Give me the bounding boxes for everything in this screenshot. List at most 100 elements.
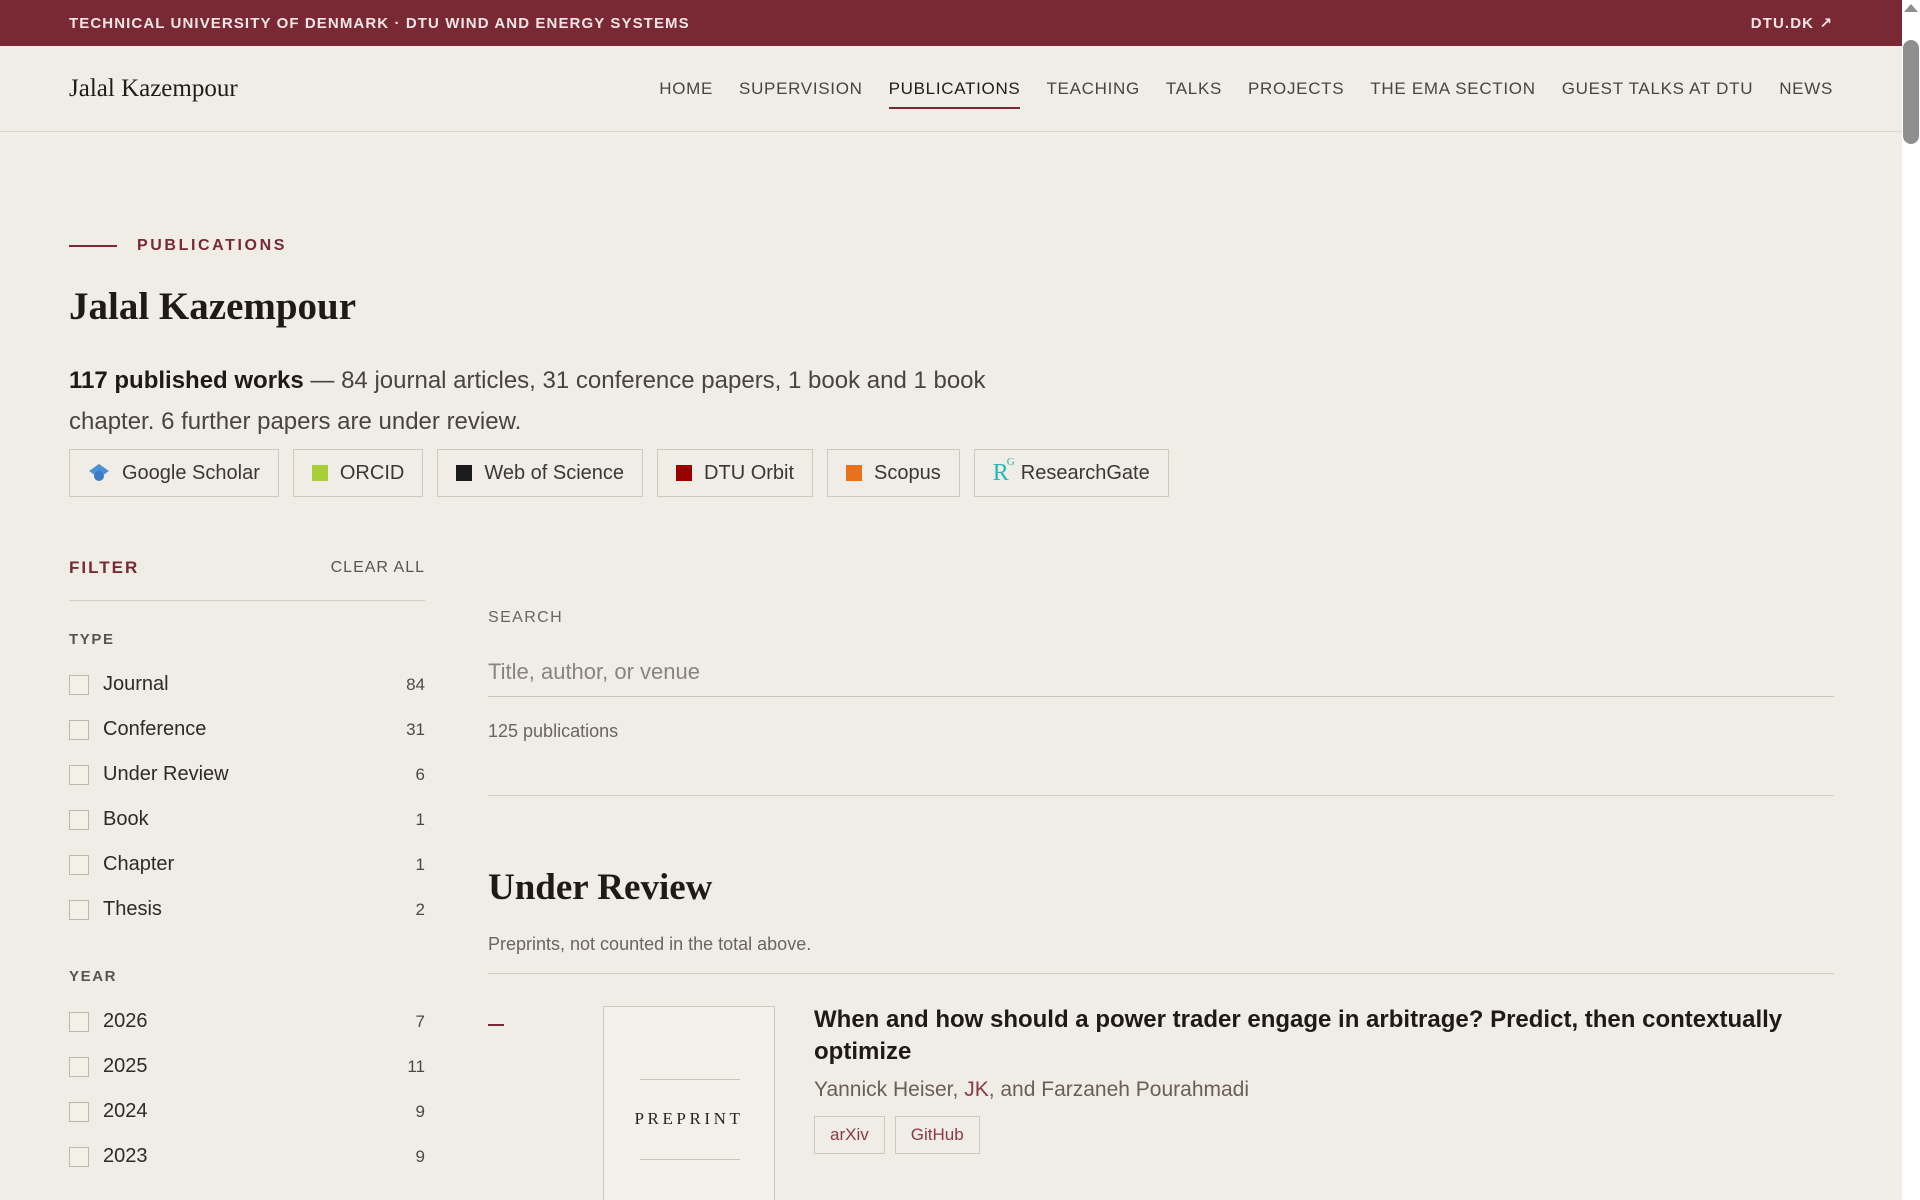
arxiv-link[interactable]: arXiv [814, 1116, 885, 1154]
option-label: Under Review [103, 763, 229, 785]
dtu-orbit-label: DTU Orbit [704, 461, 795, 484]
checkbox[interactable] [69, 1101, 89, 1122]
authors-before: Yannick Heiser, [814, 1078, 965, 1101]
google-scholar-link[interactable]: Google Scholar [69, 449, 279, 497]
option-label: 2025 [103, 1055, 148, 1077]
scopus-label: Scopus [874, 461, 941, 484]
option-label: 2026 [103, 1010, 148, 1032]
option-label: 2024 [103, 1100, 148, 1122]
filter-option-2025[interactable]: 2025 11 [69, 1044, 425, 1089]
filter-panel: FILTER CLEAR ALL TYPE Journal 84 Confere… [69, 558, 425, 1179]
option-count: 1 [415, 809, 425, 829]
nav-menu: HOME SUPERVISION PUBLICATIONS TEACHING T… [659, 71, 1833, 109]
orcid-square-icon [311, 465, 328, 481]
checkbox[interactable] [69, 764, 89, 785]
checkbox[interactable] [69, 674, 89, 695]
top-banner: TECHNICAL UNIVERSITY OF DENMARK · DTU WI… [0, 0, 1902, 46]
option-label: Book [103, 808, 149, 830]
publication-summary: 117 published works — 84 journal article… [69, 360, 1019, 442]
option-count: 84 [406, 674, 425, 694]
author-highlight: JK [964, 1078, 989, 1101]
clear-all-button[interactable]: CLEAR ALL [331, 559, 425, 577]
nav-teaching[interactable]: TEACHING [1046, 71, 1139, 107]
filter-option-journal[interactable]: Journal 84 [69, 662, 425, 707]
dtu-external-link[interactable]: DTU.DK ↗ [1751, 14, 1833, 32]
filter-header: FILTER CLEAR ALL [69, 558, 425, 601]
dtu-orbit-link[interactable]: DTU Orbit [657, 449, 814, 497]
publication-authors: Yannick Heiser, JK, and Farzaneh Pourahm… [814, 1078, 1249, 1102]
filter-option-chapter[interactable]: Chapter 1 [69, 842, 425, 887]
filter-option-2026[interactable]: 2026 7 [69, 999, 425, 1044]
researchgate-label: ResearchGate [1020, 461, 1150, 484]
checkbox[interactable] [69, 809, 89, 830]
thumbnail-label: PREPRINT [634, 1109, 744, 1128]
filter-label: FILTER [69, 558, 140, 577]
option-label: Thesis [103, 898, 162, 920]
scopus-link[interactable]: Scopus [827, 449, 960, 497]
summary-bold: 117 published works [69, 367, 304, 394]
researchgate-link[interactable]: RG ResearchGate [973, 449, 1169, 497]
option-count: 11 [407, 1056, 425, 1076]
filter-option-thesis[interactable]: Thesis 2 [69, 887, 425, 932]
eyebrow-label: PUBLICATIONS [137, 237, 288, 254]
nav-supervision[interactable]: SUPERVISION [739, 71, 863, 107]
filter-option-under-review[interactable]: Under Review 6 [69, 752, 425, 797]
publication-marker [488, 1024, 504, 1026]
filter-option-book[interactable]: Book 1 [69, 797, 425, 842]
institution-label: TECHNICAL UNIVERSITY OF DENMARK · DTU WI… [69, 14, 690, 32]
nav-talks[interactable]: TALKS [1166, 71, 1222, 107]
graduation-cap-icon [89, 464, 109, 481]
checkbox[interactable] [69, 719, 89, 740]
filter-option-2024[interactable]: 2024 9 [69, 1089, 425, 1134]
option-count: 9 [415, 1101, 425, 1121]
github-link[interactable]: GitHub [894, 1116, 980, 1154]
checkbox[interactable] [69, 1056, 89, 1077]
section-title: Under Review [488, 867, 713, 908]
site-brand[interactable]: Jalal Kazempour [69, 75, 238, 103]
option-label: Journal [103, 673, 169, 695]
eyebrow-rule [69, 245, 117, 247]
checkbox[interactable] [69, 1146, 89, 1167]
search-input[interactable] [488, 647, 1834, 697]
option-count: 7 [415, 1011, 425, 1031]
authors-after: , and Farzaneh Pourahmadi [988, 1078, 1250, 1101]
scroll-up-arrow-icon[interactable] [1904, 4, 1918, 12]
option-label: Chapter [103, 853, 175, 875]
filter-option-conference[interactable]: Conference 31 [69, 707, 425, 752]
checkbox[interactable] [69, 854, 89, 875]
checkbox[interactable] [69, 1011, 89, 1032]
nav-guest-talks[interactable]: GUEST TALKS AT DTU [1562, 71, 1753, 107]
nav-publications[interactable]: PUBLICATIONS [888, 71, 1021, 109]
search-label: SEARCH [488, 609, 564, 626]
main-navigation: Jalal Kazempour HOME SUPERVISION PUBLICA… [0, 46, 1902, 132]
publication-thumbnail[interactable]: PREPRINT [603, 1006, 775, 1200]
section-subtitle: Preprints, not counted in the total abov… [488, 934, 812, 954]
type-group-title: TYPE [69, 631, 115, 648]
checkbox[interactable] [69, 899, 89, 920]
year-group-title: YEAR [69, 968, 118, 985]
option-label: 2023 [103, 1145, 148, 1167]
web-of-science-link[interactable]: Web of Science [437, 449, 644, 497]
section-eyebrow: PUBLICATIONS [69, 237, 287, 255]
result-count: 125 publications [488, 721, 619, 741]
thumbnail-rule-bottom [640, 1159, 740, 1160]
publication-title[interactable]: When and how should a power trader engag… [814, 1004, 1834, 1068]
researchgate-icon: RG [992, 455, 1015, 486]
option-count: 6 [415, 764, 425, 784]
web-of-science-label: Web of Science [484, 461, 625, 484]
nav-news[interactable]: NEWS [1779, 71, 1833, 107]
section-divider [488, 973, 1834, 974]
orcid-link[interactable]: ORCID [292, 449, 424, 497]
page-title: Jalal Kazempour [69, 285, 357, 328]
option-label: Conference [103, 718, 207, 740]
option-count: 1 [415, 854, 425, 874]
scopus-square-icon [846, 465, 863, 481]
nav-projects[interactable]: PROJECTS [1248, 71, 1344, 107]
option-count: 31 [406, 719, 425, 739]
page-scrollbar[interactable] [1902, 0, 1920, 1200]
filter-option-2023[interactable]: 2023 9 [69, 1134, 425, 1179]
nav-home[interactable]: HOME [659, 71, 713, 107]
nav-ema-section[interactable]: THE EMA SECTION [1370, 71, 1535, 107]
scrollbar-thumb[interactable] [1903, 40, 1919, 144]
publication-links: arXiv GitHub [814, 1116, 980, 1154]
